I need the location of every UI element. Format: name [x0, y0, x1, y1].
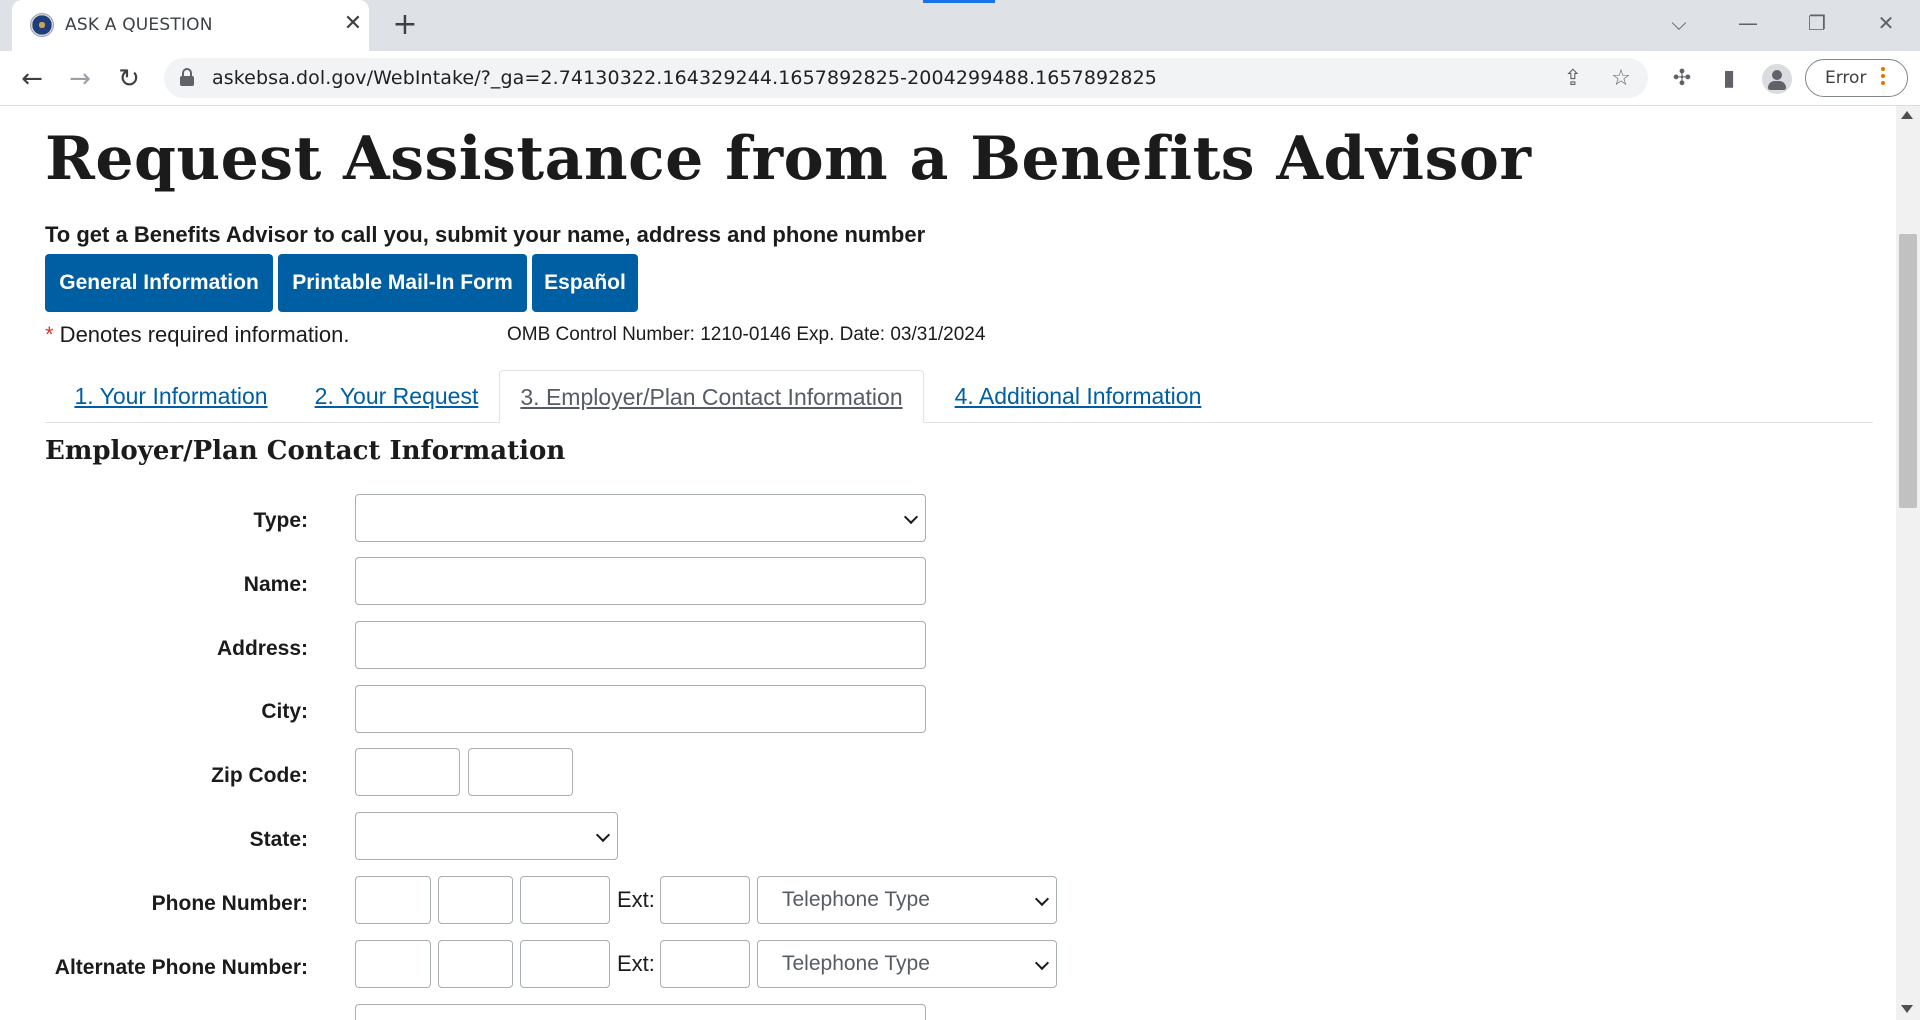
type-label: Type: [253, 509, 308, 532]
window-close-icon[interactable]: ✕ [1866, 8, 1906, 38]
address-input[interactable] [355, 621, 926, 669]
error-label: Error [1825, 68, 1867, 88]
restore-icon[interactable]: ❐ [1797, 8, 1837, 38]
page-title: Request Assistance from a Benefits Advis… [45, 124, 1532, 194]
alt-phone-prefix-input[interactable] [438, 940, 513, 988]
phone-ext-input[interactable] [660, 876, 750, 924]
chevron-down-icon [595, 827, 611, 843]
required-note-text: Denotes required information. [53, 322, 350, 347]
name-label: Name: [243, 573, 308, 596]
omb-control-number: OMB Control Number: 1210-0146 Exp. Date:… [507, 324, 986, 345]
share-icon[interactable]: ⇪ [1558, 64, 1588, 94]
alt-phone-line-input[interactable] [520, 940, 610, 988]
chevron-down-icon [903, 509, 919, 525]
dol-seal-favicon-icon [30, 13, 54, 37]
tab-title: ASK A QUESTION [65, 15, 213, 35]
zip-code-input[interactable] [355, 748, 460, 796]
alt-phone-telephone-type-select[interactable]: Telephone Type [757, 940, 1057, 988]
phone-telephone-type-value: Telephone Type [782, 888, 930, 911]
back-arrow-icon[interactable]: ← [15, 62, 49, 96]
tab-your-information[interactable]: 1. Your Information [48, 370, 294, 423]
page-content: Request Assistance from a Benefits Advis… [0, 106, 1896, 1020]
chevron-down-icon [1034, 891, 1050, 907]
zip-code-label: Zip Code: [211, 764, 308, 787]
phone-prefix-input[interactable] [438, 876, 513, 924]
tab-loading-indicator [923, 0, 995, 3]
phone-telephone-type-select[interactable]: Telephone Type [757, 876, 1057, 924]
reload-icon[interactable]: ↻ [112, 62, 146, 96]
profile-avatar-icon[interactable] [1762, 64, 1792, 94]
extensions-puzzle-icon[interactable]: ✣ [1665, 62, 1699, 96]
name-input[interactable] [355, 557, 926, 605]
bookmark-star-icon[interactable]: ☆ [1606, 64, 1636, 94]
menu-kebab-icon[interactable] [1878, 64, 1888, 92]
alt-phone-area-code-input[interactable] [355, 940, 431, 988]
espanol-button[interactable]: Español [532, 254, 638, 312]
forward-arrow-icon[interactable]: → [63, 62, 97, 96]
phone-area-code-input[interactable] [355, 876, 431, 924]
error-button[interactable]: Error [1805, 59, 1908, 97]
alt-phone-ext-label: Ext: [617, 951, 655, 976]
tab-search-chevron-icon[interactable]: ⌵ [1659, 8, 1699, 38]
tab-employer-plan-contact[interactable]: 3. Employer/Plan Contact Information [499, 370, 924, 423]
general-information-button[interactable]: General Information [45, 254, 273, 312]
scroll-up-arrow-icon[interactable] [1901, 111, 1913, 119]
page-subheading: To get a Benefits Advisor to call you, s… [45, 222, 926, 247]
state-label: State: [249, 828, 308, 851]
alt-phone-telephone-type-value: Telephone Type [782, 952, 930, 975]
phone-number-label: Phone Number: [151, 892, 308, 915]
alternate-phone-number-label: Alternate Phone Number: [54, 956, 308, 979]
browser-tab[interactable]: ASK A QUESTION ✕ [12, 0, 369, 51]
phone-ext-label: Ext: [617, 887, 655, 912]
lock-icon[interactable] [180, 68, 194, 86]
state-select[interactable] [355, 812, 618, 860]
minimize-icon[interactable]: — [1728, 8, 1768, 38]
alt-phone-ext-input[interactable] [660, 940, 750, 988]
phone-line-input[interactable] [520, 876, 610, 924]
browser-tabstrip: ASK A QUESTION ✕ + ⌵ — ❐ ✕ [0, 0, 1920, 51]
new-tab-icon[interactable]: + [388, 10, 422, 44]
scroll-down-arrow-icon[interactable] [1901, 1005, 1913, 1013]
tab-additional-information[interactable]: 4. Additional Information [924, 370, 1232, 423]
section-title: Employer/Plan Contact Information [45, 436, 566, 466]
url-text[interactable]: askebsa.dol.gov/WebIntake/?_ga=2.7413032… [212, 67, 1157, 89]
zip-code-extension-input[interactable] [468, 748, 573, 796]
tab-close-icon[interactable]: ✕ [339, 10, 367, 38]
required-star: * [45, 322, 54, 347]
next-field-input[interactable] [355, 1004, 926, 1020]
scrollbar-thumb[interactable] [1899, 234, 1917, 508]
side-panel-icon[interactable]: ▮ [1712, 62, 1746, 96]
chevron-down-icon [1034, 955, 1050, 971]
printable-mail-in-form-button[interactable]: Printable Mail-In Form [278, 254, 527, 312]
city-input[interactable] [355, 685, 926, 733]
required-note: * Denotes required information. [45, 322, 350, 348]
address-label: Address: [216, 637, 308, 660]
tab-your-request[interactable]: 2. Your Request [294, 370, 499, 423]
city-label: City: [261, 700, 308, 723]
type-select[interactable] [355, 494, 926, 542]
